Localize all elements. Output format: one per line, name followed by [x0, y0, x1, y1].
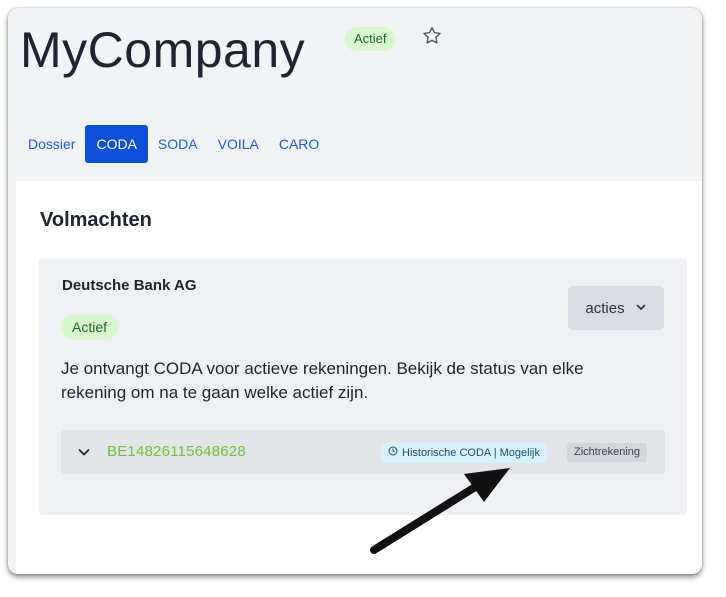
- clock-icon: [388, 446, 398, 460]
- app-window: MyCompany Actief Dossier CODA SODA VOILA…: [8, 8, 702, 574]
- status-badge: Actief: [345, 27, 396, 51]
- tab-bar: Dossier CODA SODA VOILA CARO: [28, 125, 329, 163]
- tab-coda[interactable]: CODA: [85, 125, 148, 163]
- mandate-status-badge: Actief: [61, 314, 119, 340]
- tab-voila[interactable]: VOILA: [208, 127, 269, 161]
- mandate-card: Deutsche Bank AG Actief acties Je ontvan…: [39, 258, 687, 515]
- actions-label: acties: [585, 299, 625, 317]
- mandate-description: Je ontvangt CODA voor actieve rekeningen…: [61, 359, 584, 402]
- account-iban[interactable]: BE14826115648628: [107, 443, 246, 460]
- history-coda-badge: Historische CODA | Mogelijk: [381, 443, 547, 463]
- account-row[interactable]: BE14826115648628 Historische CODA | Moge…: [61, 430, 665, 474]
- tab-dossier[interactable]: Dossier: [28, 127, 85, 161]
- chevron-down-icon[interactable]: [77, 445, 91, 459]
- actions-dropdown[interactable]: acties: [568, 286, 664, 330]
- section-title: Volmachten: [40, 209, 152, 231]
- account-type-badge: Zichtrekening: [567, 443, 648, 462]
- page-title: MyCompany: [20, 22, 306, 78]
- tab-soda[interactable]: SODA: [148, 127, 208, 161]
- bank-name: Deutsche Bank AG: [62, 277, 197, 294]
- star-icon[interactable]: [421, 25, 443, 47]
- history-coda-label: Historische CODA | Mogelijk: [402, 446, 540, 459]
- chevron-down-icon: [635, 300, 647, 317]
- tab-caro[interactable]: CARO: [269, 127, 329, 161]
- main-panel: Volmachten Deutsche Bank AG Actief actie…: [16, 181, 702, 574]
